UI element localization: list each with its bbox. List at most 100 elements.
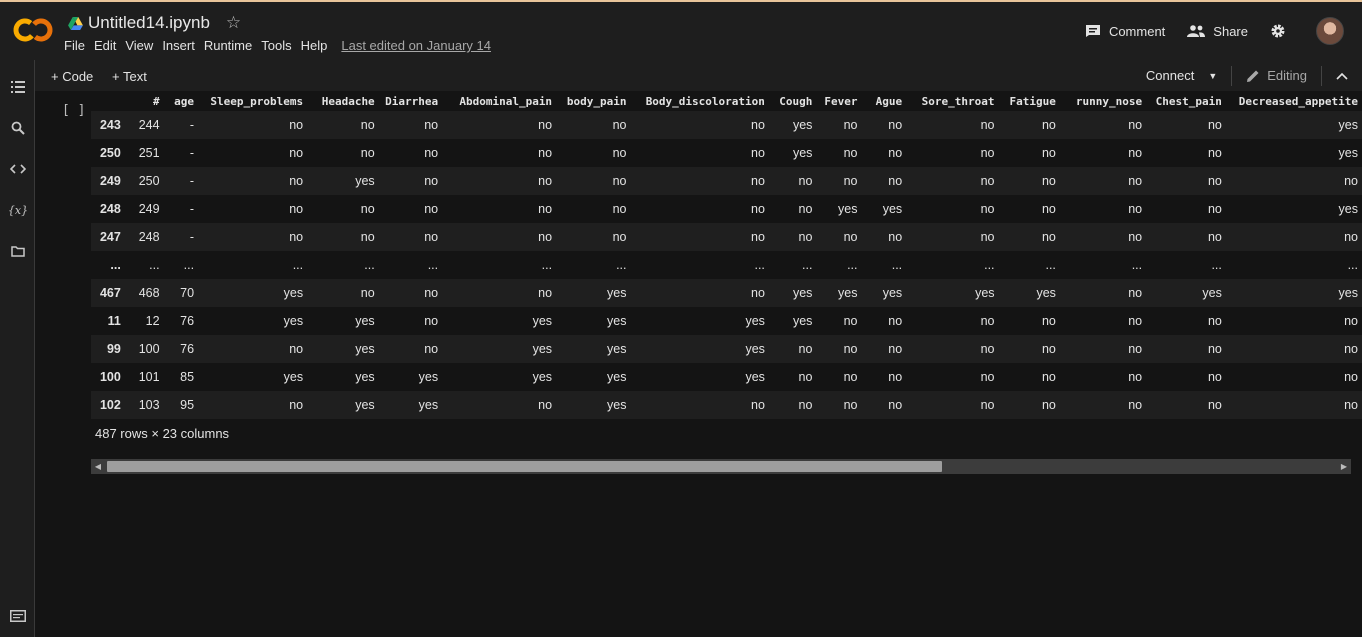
table-cell: 244 <box>124 111 164 139</box>
cell-run-indicator[interactable]: [ ] <box>62 103 85 118</box>
table-cell: no <box>861 139 907 167</box>
scroll-right-arrow-icon[interactable]: ▶ <box>1337 459 1351 474</box>
table-cell: no <box>998 391 1060 419</box>
connect-button[interactable]: Connect ▼ <box>1146 65 1233 86</box>
table-cell: no <box>1059 167 1147 195</box>
table-cell: no <box>861 167 907 195</box>
table-cell: yes <box>768 279 817 307</box>
table-cell: no <box>998 111 1060 139</box>
row-index-cell: ... <box>91 251 125 279</box>
column-header: body_pain <box>556 91 631 111</box>
table-cell: no <box>630 391 769 419</box>
table-cell: no <box>861 223 907 251</box>
row-index-cell: 99 <box>91 335 125 363</box>
table-cell: ... <box>816 251 862 279</box>
horizontal-scrollbar[interactable]: ◀ ▶ <box>91 459 1351 474</box>
table-cell: no <box>998 167 1060 195</box>
column-header: runny_nose <box>1059 91 1147 111</box>
avatar[interactable] <box>1316 17 1344 45</box>
table-cell: no <box>198 195 308 223</box>
table-cell: no <box>998 139 1060 167</box>
chevron-down-icon[interactable]: ▼ <box>1208 71 1217 81</box>
table-cell: no <box>630 139 769 167</box>
menu-tools[interactable]: Tools <box>261 38 291 53</box>
row-index-cell: 467 <box>91 279 125 307</box>
row-index-cell: 243 <box>91 111 125 139</box>
add-text-button[interactable]: + Text <box>112 69 147 84</box>
comment-button[interactable]: Comment <box>1085 24 1165 39</box>
table-cell: yes <box>768 111 817 139</box>
settings-button[interactable] <box>1270 23 1294 39</box>
table-row: 249 250- no yes no no no no no no no no no no no no <box>91 167 1362 195</box>
table-row: 11 12 76 yes yes no yes yes yes yes no no no no no no no <box>91 307 1362 335</box>
menu-edit[interactable]: Edit <box>94 38 116 53</box>
code-snippets-icon[interactable] <box>9 160 27 178</box>
table-cell: no <box>630 167 769 195</box>
table-cell: no <box>630 279 769 307</box>
variables-icon[interactable]: {x} <box>8 201 28 219</box>
table-cell: no <box>1225 167 1362 195</box>
table-cell: no <box>768 167 817 195</box>
menu-help[interactable]: Help <box>301 38 328 53</box>
menu-runtime[interactable]: Runtime <box>204 38 252 53</box>
table-cell: no <box>630 223 769 251</box>
share-button[interactable]: Share <box>1187 24 1248 39</box>
table-cell: 76 <box>163 307 199 335</box>
table-cell: no <box>198 111 308 139</box>
table-cell: no <box>198 223 308 251</box>
table-cell: no <box>198 335 308 363</box>
column-header: Fatigue <box>998 91 1060 111</box>
add-code-button[interactable]: + Code <box>51 69 93 84</box>
last-edited-link[interactable]: Last edited on January 14 <box>341 38 491 53</box>
table-cell: yes <box>630 335 769 363</box>
table-cell: 70 <box>163 279 199 307</box>
comment-icon <box>1085 25 1100 37</box>
row-index-cell: 249 <box>91 167 125 195</box>
table-cell: no <box>1059 195 1147 223</box>
table-cell: yes <box>307 307 379 335</box>
collapse-header-button[interactable] <box>1322 72 1362 80</box>
row-index-cell: 102 <box>91 391 125 419</box>
table-header-row: # age Sleep_problems Headache Diarrhea Abdomi… <box>91 91 1362 111</box>
menu-insert[interactable]: Insert <box>162 38 195 53</box>
files-icon[interactable] <box>9 242 27 260</box>
table-cell: no <box>861 111 907 139</box>
column-header: Body_discoloration <box>630 91 769 111</box>
table-cell: no <box>1059 391 1147 419</box>
table-cell: ... <box>163 251 199 279</box>
table-cell: no <box>1059 223 1147 251</box>
editing-mode-button[interactable]: Editing <box>1232 65 1322 86</box>
terminal-icon[interactable] <box>10 610 26 622</box>
table-cell: no <box>768 363 817 391</box>
menu-view[interactable]: View <box>125 38 153 53</box>
table-cell: no <box>630 111 769 139</box>
table-of-contents-icon[interactable] <box>9 78 27 96</box>
menu-file[interactable]: File <box>64 38 85 53</box>
star-icon[interactable]: ☆ <box>226 13 241 33</box>
scroll-left-arrow-icon[interactable]: ◀ <box>91 459 105 474</box>
title-row: Untitled14.ipynb ☆ <box>68 12 241 34</box>
table-cell: ... <box>1059 251 1147 279</box>
table-cell: no <box>768 335 817 363</box>
table-cell: no <box>1225 363 1362 391</box>
table-cell: no <box>861 335 907 363</box>
table-cell: yes <box>1225 279 1362 307</box>
drive-icon[interactable] <box>68 16 83 30</box>
table-cell: no <box>307 111 379 139</box>
column-header: Fever <box>816 91 862 111</box>
menu-bar: File Edit View Insert Runtime Tools Help… <box>64 38 500 53</box>
colab-logo-icon[interactable] <box>13 16 53 44</box>
table-cell: - <box>163 139 199 167</box>
notebook-filename[interactable]: Untitled14.ipynb <box>88 13 210 33</box>
table-cell: no <box>1059 139 1147 167</box>
search-icon[interactable] <box>9 119 27 137</box>
column-header: Chest_pain <box>1146 91 1226 111</box>
table-cell: yes <box>556 279 631 307</box>
table-cell: ... <box>1225 251 1362 279</box>
table-row: 102 103 95 no yes yes no yes no no no no no no no no no <box>91 391 1362 419</box>
table-cell: yes <box>630 363 769 391</box>
table-cell: yes <box>198 363 308 391</box>
column-header <box>91 91 125 111</box>
scrollbar-thumb[interactable] <box>107 461 942 472</box>
table-cell: no <box>906 391 999 419</box>
